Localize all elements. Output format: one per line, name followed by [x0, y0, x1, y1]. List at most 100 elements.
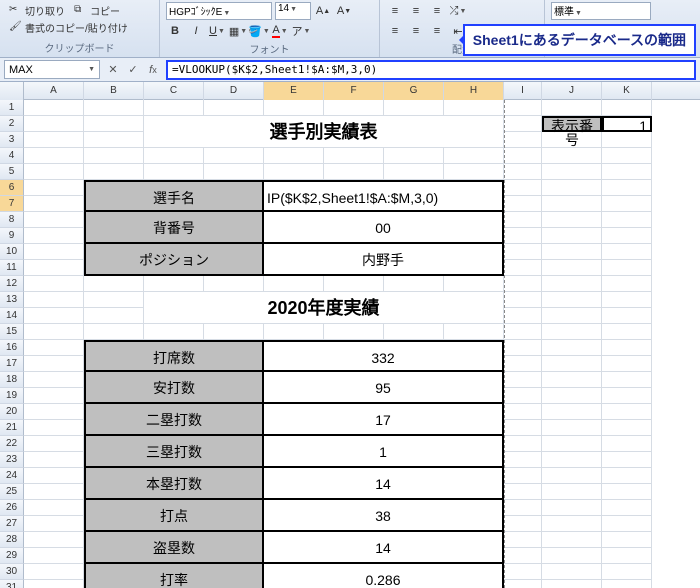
paste-format-button[interactable]: 🖌 書式のコピー/貼り付け: [6, 19, 131, 36]
paste-format-label: 書式のコピー/貼り付け: [25, 20, 128, 35]
chevron-down-icon: ▼: [304, 28, 311, 35]
accept-formula-button[interactable]: ✓: [124, 61, 142, 79]
align-right-button[interactable]: ≡: [428, 22, 446, 40]
font-size-select[interactable]: 14▼: [275, 2, 311, 20]
fill-color-button[interactable]: 🪣▼: [250, 22, 268, 40]
column-header-K[interactable]: K: [602, 82, 652, 100]
align-middle-button[interactable]: ≡: [407, 2, 425, 20]
stat-value-2[interactable]: 17: [264, 404, 504, 436]
stat-label-3: 三塁打数: [84, 436, 264, 468]
column-header-H[interactable]: H: [444, 82, 504, 100]
stat-label-6: 盗塁数: [84, 532, 264, 564]
font-color-button[interactable]: A▼: [271, 22, 289, 40]
title: 選手別実績表: [144, 116, 504, 148]
stat-value-3[interactable]: 1: [264, 436, 504, 468]
position-value[interactable]: 内野手: [264, 244, 504, 276]
row-header-10[interactable]: 10: [0, 244, 24, 260]
row-header-28[interactable]: 28: [0, 532, 24, 548]
align-center-button[interactable]: ≡: [407, 22, 425, 40]
row-header-14[interactable]: 14: [0, 308, 24, 324]
grid-body[interactable]: 選手別実績表表示番号1選手名IP($K$2,Sheet1!$A:$M,3,0)背…: [24, 100, 700, 588]
column-header-F[interactable]: F: [324, 82, 384, 100]
row-header-1[interactable]: 1: [0, 100, 24, 116]
column-header-C[interactable]: C: [144, 82, 204, 100]
display-no-value[interactable]: 1: [602, 116, 652, 132]
chevron-down-icon: ▼: [281, 28, 288, 35]
italic-button[interactable]: I: [187, 22, 205, 40]
cut-button[interactable]: ✂ 切り取り: [6, 2, 68, 19]
row-header-24[interactable]: 24: [0, 468, 24, 484]
align-left-button[interactable]: ≡: [386, 22, 404, 40]
row-header-5[interactable]: 5: [0, 164, 24, 180]
stat-label-1: 安打数: [84, 372, 264, 404]
orientation-button[interactable]: ⤮▼: [449, 2, 467, 20]
row-header-22[interactable]: 22: [0, 436, 24, 452]
column-header-B[interactable]: B: [84, 82, 144, 100]
row-header-29[interactable]: 29: [0, 548, 24, 564]
decrease-font-button[interactable]: A▼: [335, 2, 353, 20]
column-header-E[interactable]: E: [264, 82, 324, 100]
chevron-down-icon: ▼: [290, 6, 297, 13]
row-header-11[interactable]: 11: [0, 260, 24, 276]
row-header-27[interactable]: 27: [0, 516, 24, 532]
chevron-down-icon: ▼: [240, 28, 247, 35]
row-header-7[interactable]: 7: [0, 196, 24, 212]
row-header-30[interactable]: 30: [0, 564, 24, 580]
underline-button[interactable]: U▼: [208, 22, 226, 40]
cancel-formula-button[interactable]: ✕: [104, 61, 122, 79]
align-bottom-button[interactable]: ≡: [428, 2, 446, 20]
number-format-select[interactable]: 標準▼: [551, 2, 651, 20]
row-header-19[interactable]: 19: [0, 388, 24, 404]
row-header-16[interactable]: 16: [0, 340, 24, 356]
row-header-25[interactable]: 25: [0, 484, 24, 500]
cut-label: 切り取り: [25, 3, 65, 18]
row-header-23[interactable]: 23: [0, 452, 24, 468]
row-header-18[interactable]: 18: [0, 372, 24, 388]
row-header-6[interactable]: 6: [0, 180, 24, 196]
annotation-callout: Sheet1にあるデータベースの範囲: [463, 24, 696, 56]
stat-value-5[interactable]: 38: [264, 500, 504, 532]
brush-icon: 🖌: [9, 21, 23, 35]
column-header-I[interactable]: I: [504, 82, 542, 100]
chevron-down-icon: ▼: [575, 10, 582, 17]
player-name-value[interactable]: IP($K$2,Sheet1!$A:$M,3,0): [264, 180, 504, 212]
row-header-13[interactable]: 13: [0, 292, 24, 308]
row-header-3[interactable]: 3: [0, 132, 24, 148]
stat-value-4[interactable]: 14: [264, 468, 504, 500]
row-header-4[interactable]: 4: [0, 148, 24, 164]
row-header-17[interactable]: 17: [0, 356, 24, 372]
formula-bar[interactable]: =VLOOKUP($K$2,Sheet1!$A:$M,3,0): [166, 60, 696, 80]
select-all-corner[interactable]: [0, 82, 24, 100]
row-header-15[interactable]: 15: [0, 324, 24, 340]
column-header-D[interactable]: D: [204, 82, 264, 100]
row-header-20[interactable]: 20: [0, 404, 24, 420]
stat-label-4: 本塁打数: [84, 468, 264, 500]
phonetic-button[interactable]: ア▼: [292, 22, 310, 40]
row-header-9[interactable]: 9: [0, 228, 24, 244]
row-headers: 1234567891011121314151617181920212223242…: [0, 100, 24, 588]
column-header-A[interactable]: A: [24, 82, 84, 100]
font-name-select[interactable]: HGPｺﾞｼｯｸE▼: [166, 2, 272, 20]
column-header-J[interactable]: J: [542, 82, 602, 100]
stat-value-0[interactable]: 332: [264, 340, 504, 372]
row-header-31[interactable]: 31: [0, 580, 24, 588]
row-header-26[interactable]: 26: [0, 500, 24, 516]
bold-button[interactable]: B: [166, 22, 184, 40]
increase-font-button[interactable]: A▲: [314, 2, 332, 20]
column-headers: ABCDEFGHIJK: [0, 82, 700, 100]
fx-button[interactable]: fx: [144, 61, 162, 79]
stat-value-6[interactable]: 14: [264, 532, 504, 564]
column-header-G[interactable]: G: [384, 82, 444, 100]
row-header-12[interactable]: 12: [0, 276, 24, 292]
stat-value-7[interactable]: 0.286: [264, 564, 504, 588]
stat-value-1[interactable]: 95: [264, 372, 504, 404]
spreadsheet-grid[interactable]: ABCDEFGHIJK 1234567891011121314151617181…: [0, 82, 700, 588]
uniform-number-value[interactable]: 00: [264, 212, 504, 244]
name-box[interactable]: MAX ▼: [4, 60, 100, 79]
align-top-button[interactable]: ≡: [386, 2, 404, 20]
row-header-2[interactable]: 2: [0, 116, 24, 132]
copy-button[interactable]: ⧉ コピー: [71, 2, 123, 19]
row-header-21[interactable]: 21: [0, 420, 24, 436]
row-header-8[interactable]: 8: [0, 212, 24, 228]
border-button[interactable]: ▦▼: [229, 22, 247, 40]
